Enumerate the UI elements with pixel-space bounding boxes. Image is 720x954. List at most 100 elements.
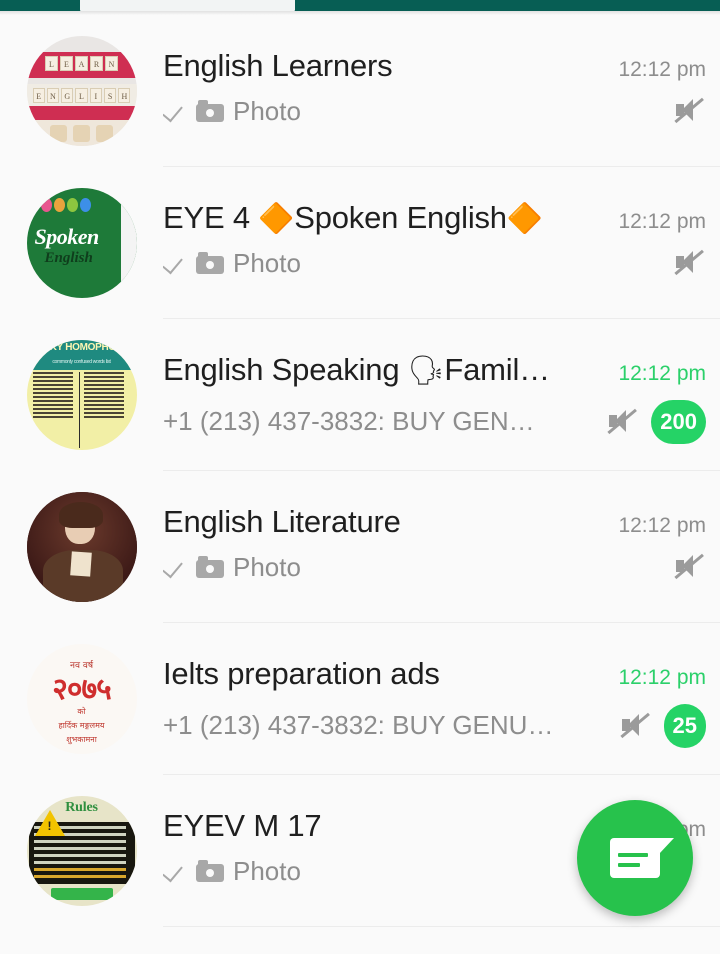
avatar-text: English [44,250,93,266]
chat-item-top-line: EYE 4 🔶Spoken English🔶 12:12 pm [163,201,706,236]
chat-title-part: Famil… [444,353,550,387]
chat-timestamp: 12:12 pm [618,514,706,537]
sent-check-icon [163,859,187,883]
chat-item-status-icons [672,552,706,582]
app-bar [0,0,720,11]
avatar-letter-row: E N G L I S H [32,88,131,103]
chat-timestamp: 12:12 pm [618,362,706,385]
chat-timestamp: 12:12 pm [618,58,706,81]
chat-item-bottom-line: Photo [163,248,706,279]
chat-item-bottom-line: +1 (213) 437-3832: BUY GEN… 200 [163,399,706,444]
unread-count-badge: 25 [663,703,706,748]
chat-item-bottom-line: Photo [163,96,706,127]
avatar-letter: N [105,56,118,71]
avatar-heading: TRICKY HOMOPHONES [27,342,136,353]
avatar-letter: L [75,88,88,103]
avatar[interactable]: Rules ! [26,796,137,906]
speaking-head-icon: 🗣 [407,353,445,387]
avatar-letter: E [60,56,73,71]
chat-title: Ielts preparation ads [163,657,440,691]
chat-list-item[interactable]: Spoken English EYE 4 🔶Spoken English🔶 12… [0,167,720,319]
avatar-decoration [26,106,137,120]
orange-diamond-icon: 🔶 [506,201,543,235]
chats-tab-indicator[interactable] [80,0,295,11]
avatar-decoration [40,198,91,212]
chat-item-status-icons: 25 [618,703,706,748]
chat-snippet-text: Photo [233,95,301,126]
chat-item-status-icons [672,248,706,278]
chat-list-item[interactable]: L E A R N E N G L I S H English Learners… [0,15,720,167]
avatar-text: ! [47,819,52,833]
chat-item-content: English Learners 12:12 pm Photo [163,15,720,167]
chat-item-top-line: English Literature 12:12 pm [163,505,706,540]
chat-item-status-icons: 200 [605,399,706,444]
chat-item-bottom-line: +1 (213) 437-3832: BUY GENU… 25 [163,703,706,748]
avatar-letter-row: L E A R N [33,56,131,71]
camera-icon [196,556,224,579]
chat-item-content: English Literature 12:12 pm Photo [163,471,720,623]
avatar-letter: L [45,56,58,71]
avatar[interactable]: TRICKY HOMOPHONES commonly confused word… [26,340,137,450]
chat-title: EYE 4 🔶Spoken English🔶 [163,201,608,236]
avatar[interactable]: L E A R N E N G L I S H [26,36,137,146]
new-chat-fab[interactable] [577,800,693,916]
mute-icon [672,96,706,126]
chat-snippet: Photo [163,552,662,583]
chat-item-content: Ielts preparation ads 12:12 pm +1 (213) … [163,623,720,775]
avatar-text: २०७५ [52,672,111,707]
avatar-container[interactable] [0,471,163,623]
avatar-text: शुभकामना [66,735,97,744]
chat-title: English Learners [163,49,393,83]
avatar[interactable] [26,492,137,602]
chat-timestamp: 12:12 pm [618,210,706,233]
chat-list-item[interactable]: English Literature 12:12 pm Photo [0,471,720,623]
avatar-decoration [58,502,103,528]
avatar-letter: I [89,88,102,103]
avatar-letter: G [61,88,74,103]
sent-check-icon [163,251,187,275]
chat-title: English Literature [163,505,401,539]
avatar-container[interactable]: Spoken English [0,167,163,319]
avatar-container[interactable]: नव वर्ष २०७५ को हार्दिक मङ्गलमय शुभकामना [0,623,163,775]
chat-snippet-text: Photo [233,247,301,278]
chat-snippet-text: +1 (213) 437-3832: BUY GENU… [163,710,554,741]
avatar-subheading: commonly confused words list [52,359,111,365]
orange-diamond-icon: 🔶 [258,201,295,235]
avatar[interactable]: नव वर्ष २०७५ को हार्दिक मङ्गलमय शुभकामना [26,644,137,754]
avatar[interactable]: Spoken English [26,188,137,298]
unread-count-badge: 200 [651,399,706,444]
avatar-letter: N [46,88,60,103]
avatar-text: को [77,707,86,716]
avatar-decoration [120,188,137,298]
chat-list-item[interactable]: TRICKY HOMOPHONES commonly confused word… [0,319,720,471]
new-chat-message-icon [610,838,674,878]
chat-item-bottom-line: Photo [163,552,706,583]
mute-icon [672,552,706,582]
chat-snippet-text: +1 (213) 437-3832: BUY GEN… [163,406,535,437]
chat-snippet: Photo [163,248,662,279]
avatar-decoration [69,551,92,577]
chat-snippet-text: Photo [233,551,301,582]
avatar-letter: S [103,88,117,103]
chat-item-top-line: Ielts preparation ads 12:12 pm [163,657,706,692]
avatar-decoration [37,125,127,142]
avatar-container[interactable]: Rules ! [0,775,163,927]
avatar-decoration [32,372,131,448]
avatar-container[interactable]: TRICKY HOMOPHONES commonly confused word… [0,319,163,471]
chat-title: English Speaking 🗣Famil… [163,353,608,388]
avatar-container[interactable]: L E A R N E N G L I S H [0,15,163,167]
chat-item-top-line: English Learners 12:12 pm [163,49,706,84]
app-bar-shadow [0,11,720,15]
avatar-letter: E [32,88,45,103]
chat-item-content: English Speaking 🗣Famil… 12:12 pm +1 (21… [163,319,720,471]
camera-icon [196,860,224,883]
chat-item-status-icons [672,96,706,126]
camera-icon [196,252,224,275]
chat-item-content: EYE 4 🔶Spoken English🔶 12:12 pm Photo [163,167,720,319]
list-divider [163,926,720,927]
chat-title: EYEV M 17 [163,809,322,843]
chat-snippet: Photo [163,96,662,127]
chat-title-part: Spoken English [294,201,507,235]
chat-list-item[interactable]: नव वर्ष २०७५ को हार्दिक मङ्गलमय शुभकामना… [0,623,720,775]
chat-snippet: +1 (213) 437-3832: BUY GEN… [163,406,595,437]
